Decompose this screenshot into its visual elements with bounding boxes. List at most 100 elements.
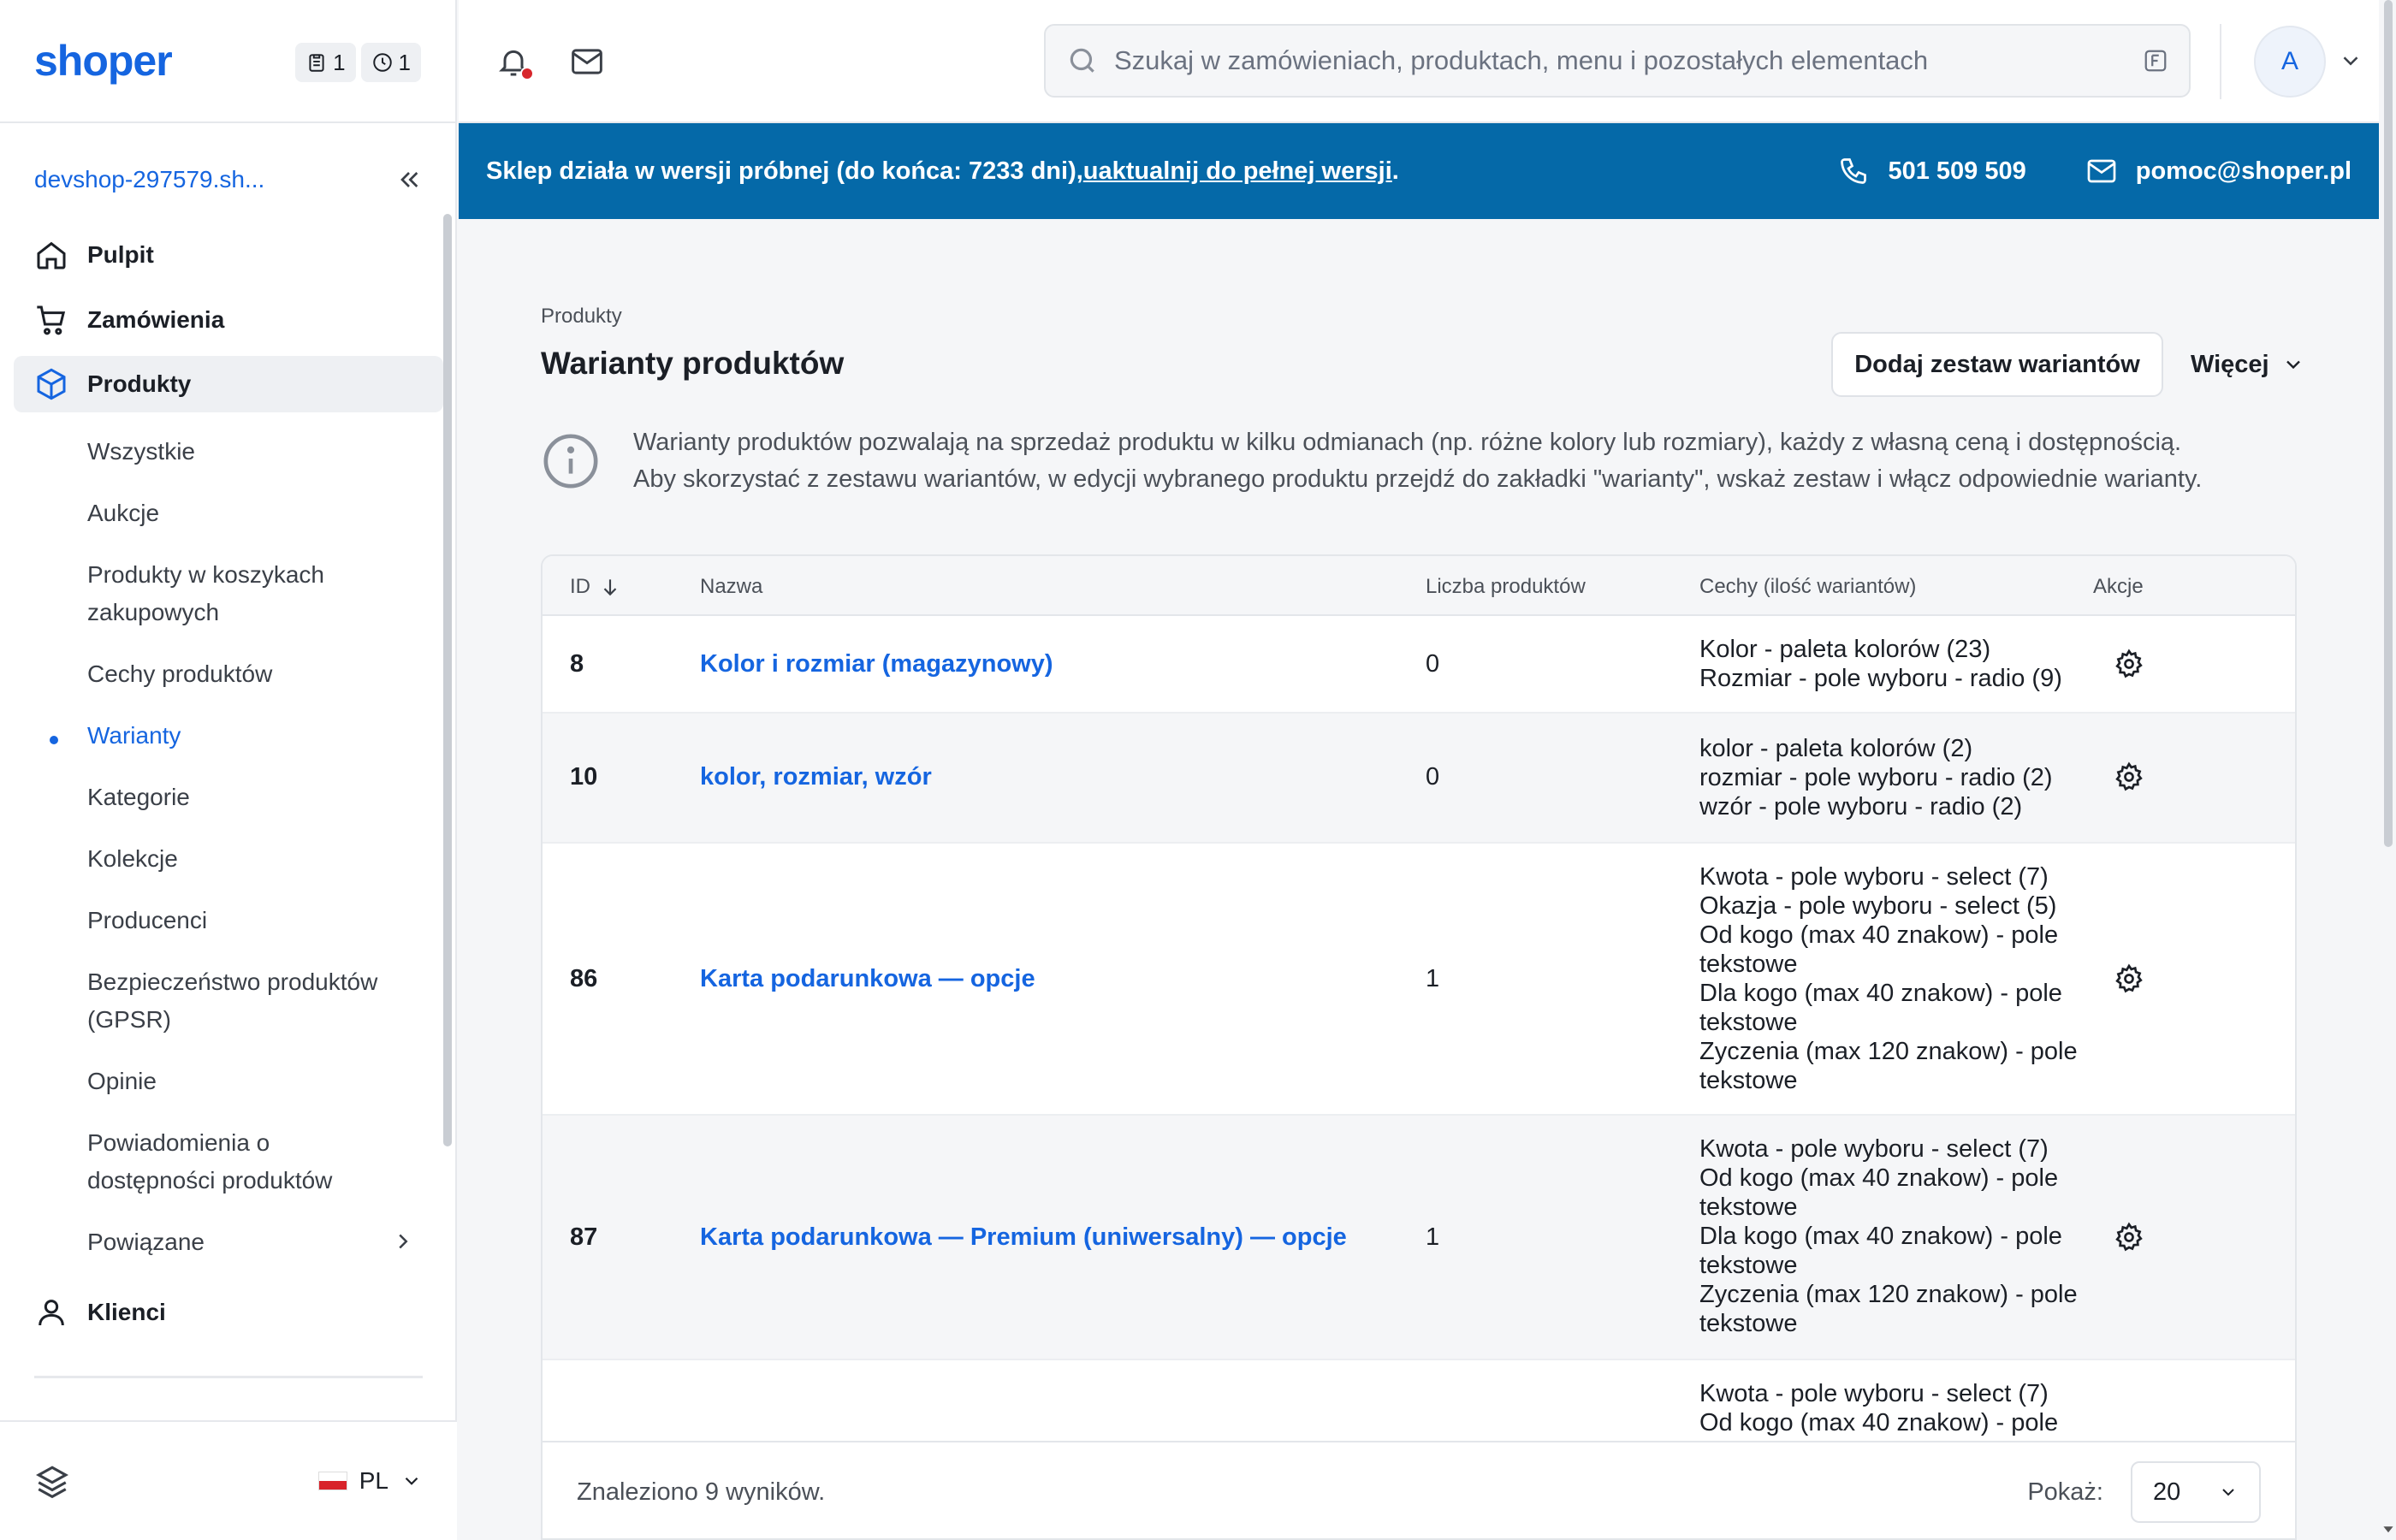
nav-item-orders[interactable]: Zamówienia [0,289,457,351]
user-icon [39,1300,64,1326]
trial-banner: Sklep działa w wersji próbnej (do końca:… [459,123,2379,219]
column-header-id[interactable]: ID [570,575,621,599]
page-size-select[interactable]: 20 [2131,1461,2261,1523]
sub-item-categories[interactable]: Kategorie [87,767,457,828]
column-header-name[interactable]: Nazwa [700,575,762,599]
language-selector[interactable]: PL [317,1467,423,1495]
search-bar[interactable] [1044,24,2191,98]
nav-item-products[interactable]: Produkty [14,356,443,412]
mail-icon[interactable] [570,46,604,77]
column-header-count[interactable]: Liczba produktów [1426,575,1586,599]
row-id: 86 [570,965,598,992]
table-footer: Znaleziono 9 wyników. Pokaż: 20 [543,1441,2295,1538]
row-product-count: 0 [1426,763,1440,791]
info-icon [543,434,598,489]
variants-table: ID Nazwa Liczba produktów Cechy (ilość w… [541,554,2297,1540]
nav-label-customers: Klienci [87,1299,166,1325]
clock-icon [372,53,392,72]
tasks-count: 1 [333,49,346,75]
sub-item-reviews[interactable]: Opinie [87,1051,457,1112]
row-features: kolor - paleta kolorów (2) rozmiar - pol… [1699,735,2053,820]
upgrade-link[interactable]: uaktualnij do pełnej wersji [1083,157,1392,186]
results-count: Znaleziono 9 wyników. [577,1478,826,1506]
gear-icon[interactable] [2114,963,2144,994]
gear-icon[interactable] [2114,649,2144,679]
clipboard-icon [309,54,324,72]
sub-item-features[interactable]: Cechy produktów [87,643,457,705]
tasks-counter[interactable]: 1 [295,43,356,82]
home-icon [37,241,66,270]
chevron-down-icon [2222,1489,2234,1496]
row-id: 87 [570,1223,598,1251]
sub-item-availability-notifications[interactable]: Powiadomienia o dostępności produktów [87,1112,395,1211]
sub-item-carts[interactable]: Produkty w koszykach zakupowych [87,544,395,643]
info-text: Warianty produktów pozwalają na sprzedaż… [633,424,2202,498]
row-product-count: 0 [1426,650,1440,678]
nav-item-dashboard[interactable]: Pulpit [0,224,457,286]
avatar[interactable]: A [2254,26,2326,98]
table-row: 87 Karta podarunkowa — Premium (uniwersa… [543,1116,2295,1360]
box-icon [37,368,66,400]
phone-icon [1841,158,1867,184]
sidebar-scrollbar[interactable] [443,214,452,1146]
sidebar-divider [34,1376,423,1378]
row-name-link[interactable]: kolor, rozmiar, wzór [700,763,932,791]
keyboard-shortcut-icon [2144,50,2167,72]
shop-name-link[interactable]: devshop-297579.sh... [34,166,264,193]
row-name-link[interactable]: Karta podarunkowa — Premium (uniwersalny… [700,1223,1347,1252]
row-product-count: 1 [1426,965,1440,992]
sub-item-related[interactable]: Powiązane [87,1211,457,1273]
sub-item-collections[interactable]: Kolekcje [87,828,457,890]
page-size-value: 20 [2153,1478,2181,1506]
sub-item-related-label: Powiązane [87,1229,205,1255]
phone-contact[interactable]: 501 509 509 [1838,156,2026,187]
search-input[interactable] [1114,45,2127,76]
table-row: 10 kolor, rozmiar, wzór 0 kolor - paleta… [543,714,2295,844]
history-counter[interactable]: 1 [360,43,421,82]
nav-label-dashboard: Pulpit [87,241,154,268]
row-features: Kolor - paleta kolorów (23) Rozmiar - po… [1699,636,2062,692]
search-icon [1070,48,1094,73]
email-contact[interactable]: pomoc@shoper.pl [2086,156,2352,187]
add-variant-set-button[interactable]: Dodaj zestaw wariantów [1831,332,2163,397]
nav-label-orders: Zamówienia [87,306,225,333]
info-line-1: Warianty produktów pozwalają na sprzedaż… [633,429,2182,456]
sub-item-auctions[interactable]: Aukcje [87,483,457,544]
table-header: ID Nazwa Liczba produktów Cechy (ilość w… [543,556,2295,616]
sub-item-variants[interactable]: Warianty [50,705,457,767]
sub-item-producers[interactable]: Producenci [87,890,457,951]
cart-icon [37,305,66,335]
row-name-link[interactable]: Kolor i rozmiar (magazynowy) [700,650,1053,678]
support-email: pomoc@shoper.pl [2135,157,2352,185]
notification-dot [520,67,534,80]
gear-icon[interactable] [2114,761,2144,792]
chevron-down-icon [405,1477,418,1485]
collapse-sidebar-icon[interactable] [395,166,423,193]
sub-item-all[interactable]: Wszystkie [87,421,457,483]
info-box: Warianty produktów pozwalają na sprzedaż… [541,424,2295,498]
row-features: Kwota - pole wyboru - select (7) Od kogo… [1699,1135,2078,1337]
chevron-down-icon[interactable] [2338,48,2363,74]
chevron-right-icon [399,1234,408,1249]
nav-item-customers[interactable]: Klienci [0,1282,457,1343]
poland-flag-icon [317,1472,347,1490]
row-id: 8 [570,650,584,678]
main-nav: Pulpit Zamówienia Produkty Wszystkie Auk… [0,224,457,1343]
scroll-down-arrow-icon[interactable] [2382,1523,2394,1535]
topbar: A [459,0,2379,123]
breadcrumb[interactable]: Produkty [541,305,622,329]
row-features: Kwota - pole wyboru - select (7) Od kogo… [1699,1380,2059,1436]
sub-item-gpsr[interactable]: Bezpieczeństwo produktów (GPSR) [87,951,430,1051]
page-title: Warianty produktów [541,346,845,381]
table-row: 86 Karta podarunkowa — opcje 1 Kwota - p… [543,844,2295,1116]
gear-icon[interactable] [2114,1222,2144,1253]
layers-icon[interactable] [34,1463,70,1499]
page-scrollbar-thumb[interactable] [2384,0,2393,847]
banner-suffix: . [1391,157,1399,185]
page-scrollbar[interactable] [2381,0,2396,1540]
shoper-logo[interactable]: shoper [34,36,173,86]
row-id: 10 [570,763,598,791]
row-name-link[interactable]: Karta podarunkowa — opcje [700,965,1035,993]
language-code: PL [359,1467,388,1494]
more-button[interactable]: Więcej [2191,332,2305,397]
